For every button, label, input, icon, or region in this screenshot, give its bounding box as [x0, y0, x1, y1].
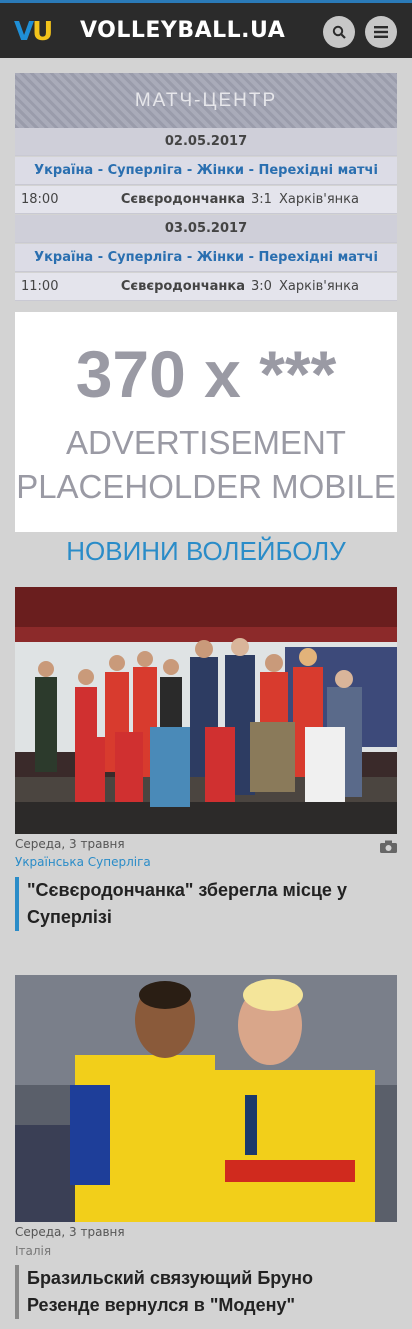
- match-home-team: Сєвєродончанка: [120, 192, 245, 207]
- menu-icon: [374, 26, 388, 38]
- menu-button[interactable]: [365, 16, 397, 48]
- ad-placeholder[interactable]: 370 x *** ADVERTISEMENT PLACEHOLDER MOBI…: [15, 312, 397, 532]
- ad-line-2: PLACEHOLDER MOBILE: [16, 468, 396, 505]
- news-date: Середа, 3 травня: [15, 1225, 125, 1239]
- team-photo-image: [15, 587, 397, 834]
- news-title-link[interactable]: "Сєвєродончанка" зберегла місце у Суперл…: [15, 877, 385, 931]
- match-league-link[interactable]: Україна - Суперліга - Жінки - Перехідні …: [15, 157, 397, 185]
- top-bar: VU VOLLEYBALL.UA: [0, 0, 412, 58]
- ad-size-text: 370 x ***: [75, 337, 337, 411]
- logo-letter-v: V: [14, 17, 34, 47]
- match-center-title: МАТЧ-ЦЕНТР: [134, 89, 278, 111]
- match-away-team: Харків'янка: [279, 279, 359, 294]
- news-image[interactable]: [15, 975, 397, 1222]
- news-title-link[interactable]: Бразильский связующий Бруно Резенде верн…: [15, 1265, 385, 1319]
- match-score: 3:1: [251, 192, 272, 207]
- match-time: 18:00: [21, 192, 59, 207]
- match-home-team: Сєвєродончанка: [120, 279, 245, 294]
- search-button[interactable]: [323, 16, 355, 48]
- match-row[interactable]: 18:00 Сєвєродончанка 3:1 Харків'янка: [15, 186, 397, 214]
- news-image[interactable]: [15, 587, 397, 834]
- players-photo-image: [15, 975, 397, 1222]
- match-row[interactable]: 11:00 Сєвєродончанка 3:0 Харків'янка: [15, 273, 397, 301]
- match-date: 03.05.2017: [15, 215, 397, 243]
- camera-icon: [380, 840, 397, 853]
- news-section-title: НОВИНИ ВОЛЕЙБОЛУ: [66, 536, 346, 566]
- match-center-header: МАТЧ-ЦЕНТР: [15, 73, 397, 128]
- news-category-link[interactable]: Італія: [15, 1244, 51, 1258]
- site-logo[interactable]: VU: [14, 17, 53, 47]
- match-away-team: Харків'янка: [279, 192, 359, 207]
- news-category-link[interactable]: Українська Суперліга: [15, 855, 151, 869]
- match-league-link[interactable]: Україна - Суперліга - Жінки - Перехідні …: [15, 244, 397, 272]
- search-icon: [332, 25, 346, 39]
- match-date: 02.05.2017: [15, 128, 397, 156]
- site-name[interactable]: VOLLEYBALL.UA: [80, 18, 285, 43]
- ad-line-1: ADVERTISEMENT: [66, 424, 346, 461]
- match-score: 3:0: [251, 279, 272, 294]
- news-date: Середа, 3 травня: [15, 837, 125, 851]
- match-time: 11:00: [21, 279, 59, 294]
- logo-letter-u: U: [32, 17, 53, 47]
